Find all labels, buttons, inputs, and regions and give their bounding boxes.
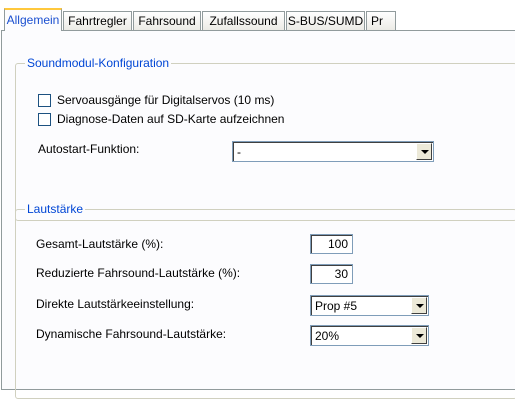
- servo-checkbox[interactable]: [38, 94, 51, 107]
- tab-fahrtregler-label: Fahrtregler: [68, 14, 127, 28]
- tab-sbus-sumd-label: S-BUS/SUMD: [287, 14, 364, 28]
- autostart-select[interactable]: -: [232, 141, 434, 162]
- tab-zufallssound-label: Zufallssound: [209, 14, 278, 28]
- autostart-label: Autostart-Funktion:: [38, 142, 140, 156]
- tab-allgemein-label: Allgemein: [6, 13, 60, 27]
- reduzierte-lautstaerke-label: Reduzierte Fahrsound-Lautstärke (%):: [36, 266, 241, 280]
- dynamische-lautstaerke-select-value: 20%: [315, 329, 340, 343]
- tab-fahrsound-label: Fahrsound: [138, 14, 196, 28]
- dynamische-lautstaerke-label: Dynamische Fahrsound-Lautstärke:: [36, 327, 227, 341]
- chevron-down-icon: [416, 304, 424, 308]
- diagnose-checkbox-row[interactable]: Diagnose-Daten auf SD-Karte aufzeichnen: [38, 111, 368, 127]
- servo-checkbox-label[interactable]: Servoausgänge für Digitalservos (10 ms): [57, 92, 274, 108]
- reduzierte-lautstaerke-input[interactable]: 30: [310, 264, 353, 284]
- tab-fahrsound[interactable]: Fahrsound: [133, 11, 201, 30]
- tab-allgemein[interactable]: Allgemein: [4, 8, 62, 31]
- lautstaerke-group-title: Lautstärke: [25, 202, 86, 216]
- dynamische-lautstaerke-select[interactable]: 20%: [310, 325, 429, 346]
- gesamt-lautstaerke-input[interactable]: 100: [310, 234, 353, 254]
- chevron-down-icon: [416, 334, 424, 338]
- autostart-select-value: -: [237, 145, 241, 159]
- soundmodul-group-title: Soundmodul-Konfiguration: [25, 56, 172, 70]
- soundmodul-group: Soundmodul-Konfiguration Servoausgänge f…: [15, 56, 515, 221]
- direkte-lautstaerke-dropdown-button[interactable]: [411, 297, 427, 314]
- tab-sbus-sumd[interactable]: S-BUS/SUMD: [286, 11, 365, 30]
- tab-pr-label: Pr: [371, 14, 383, 28]
- dynamische-lautstaerke-dropdown-button[interactable]: [411, 327, 427, 344]
- direkte-lautstaerke-select[interactable]: Prop #5: [310, 295, 429, 316]
- diagnose-checkbox[interactable]: [38, 113, 51, 126]
- tab-panel-allgemein: Soundmodul-Konfiguration Servoausgänge f…: [1, 30, 515, 399]
- lautstaerke-group: Lautstärke Gesamt-Lautstärke (%): 100 Re…: [15, 202, 515, 399]
- servo-checkbox-row[interactable]: Servoausgänge für Digitalservos (10 ms): [38, 92, 368, 108]
- autostart-dropdown-button[interactable]: [416, 143, 432, 160]
- chevron-down-icon: [421, 150, 429, 154]
- direkte-lautstaerke-label: Direkte Lautstärkeeinstellung:: [36, 297, 195, 311]
- diagnose-checkbox-label[interactable]: Diagnose-Daten auf SD-Karte aufzeichnen: [57, 111, 284, 127]
- tab-pr[interactable]: Pr: [366, 11, 396, 30]
- tab-bar: Allgemein Fahrtregler Fahrsound Zufallss…: [0, 0, 515, 31]
- tab-fahrtregler[interactable]: Fahrtregler: [63, 11, 132, 30]
- direkte-lautstaerke-select-value: Prop #5: [315, 299, 358, 313]
- gesamt-lautstaerke-label: Gesamt-Lautstärke (%):: [36, 237, 164, 251]
- tab-zufallssound[interactable]: Zufallssound: [202, 11, 285, 30]
